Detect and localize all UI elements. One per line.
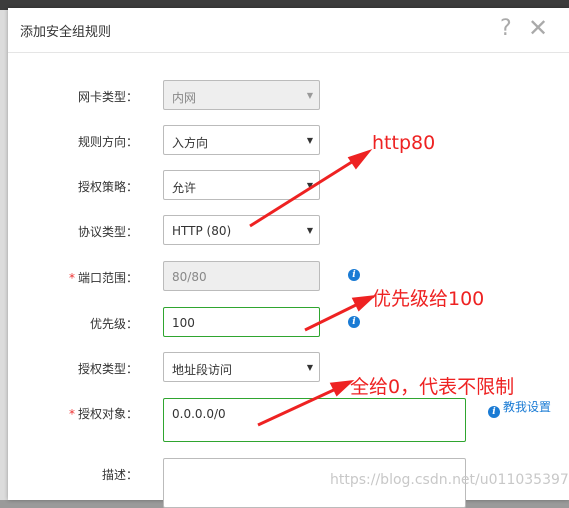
- watermark: https://blog.csdn.net/u011035397: [330, 472, 569, 488]
- annotation-auth: 全给0，代表不限制: [350, 376, 515, 398]
- arrow-auth-head: [329, 380, 355, 397]
- arrow-http: [249, 158, 356, 228]
- arrow-priority: [304, 301, 361, 332]
- arrow-http-head: [347, 148, 373, 170]
- annotation-http: http80: [372, 132, 436, 154]
- annotation-arrows: [249, 148, 377, 427]
- arrow-auth: [257, 386, 339, 427]
- arrow-priority-head: [351, 295, 377, 312]
- annotation-priority: 优先级给100: [372, 288, 485, 310]
